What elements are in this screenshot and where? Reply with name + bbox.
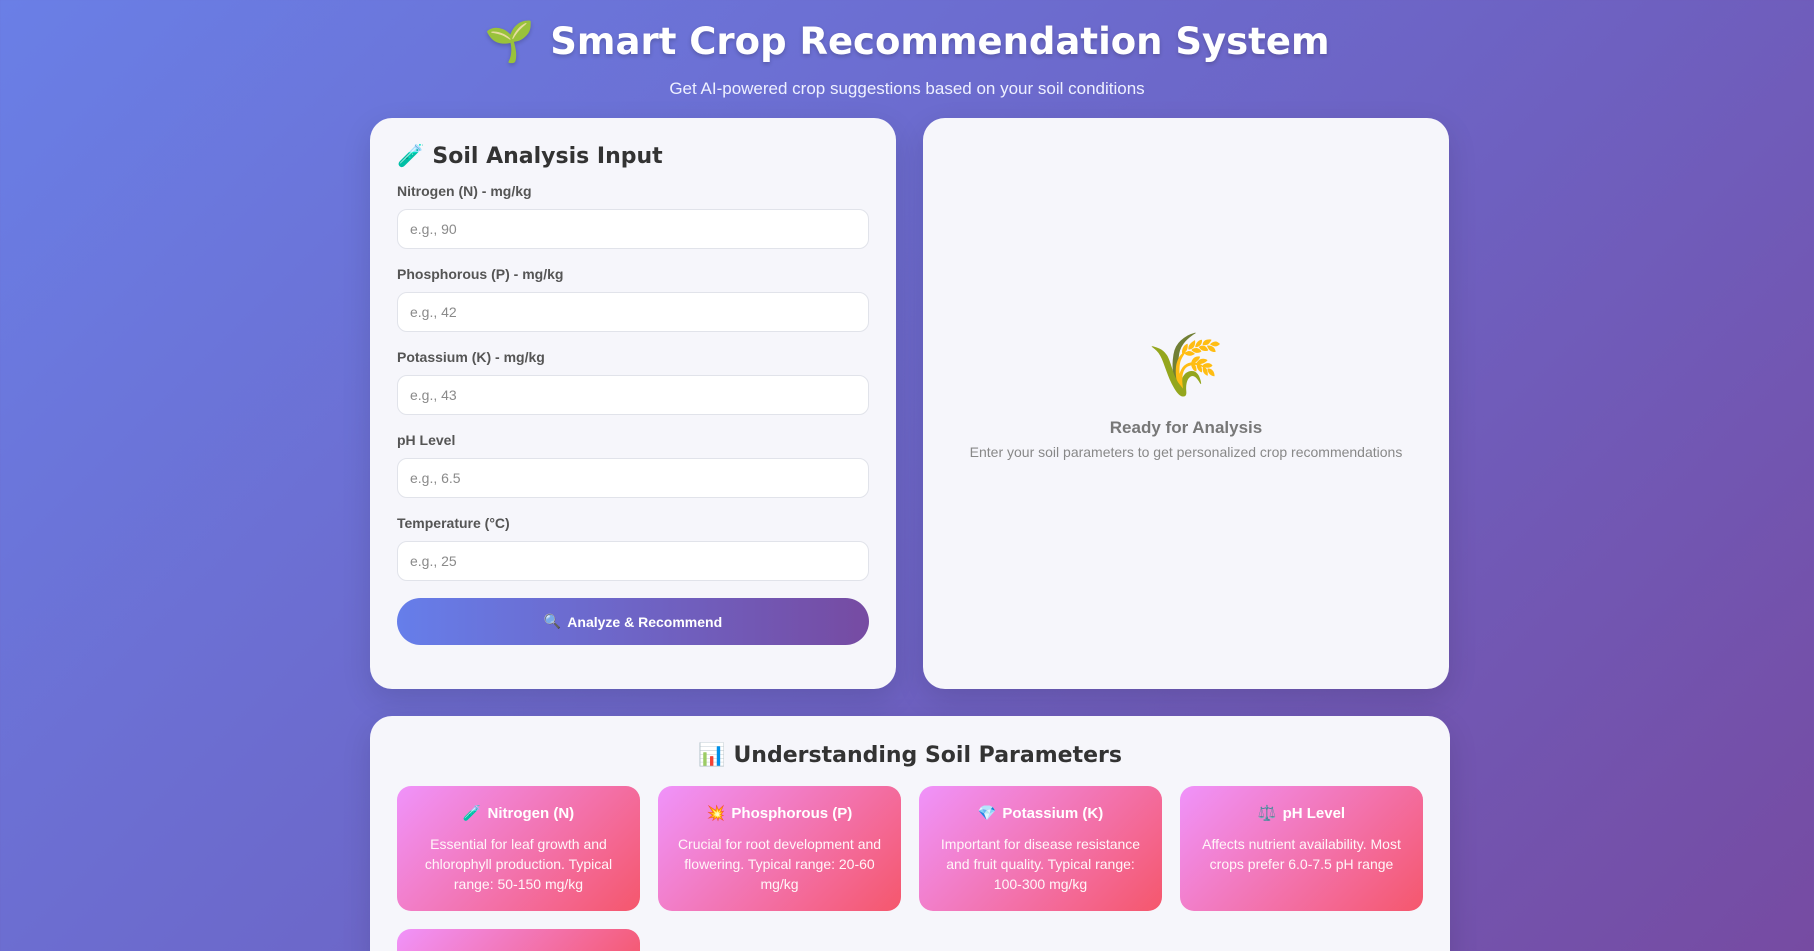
info-card-description: Essential for leaf growth and chlorophyl… — [424, 836, 613, 892]
sprout-icon: 🌱 — [484, 19, 535, 65]
info-card-title: ⚖️ pH Level — [1194, 804, 1409, 823]
phosphorous-input[interactable] — [397, 292, 869, 332]
soil-input-card: 🧪 Soil Analysis Input Nitrogen (N) - mg/… — [370, 118, 896, 689]
soil-parameters-title-text: Understanding Soil Parameters — [733, 743, 1122, 768]
ph-field: pH Level — [397, 432, 869, 498]
info-card-title-text: Nitrogen (N) — [487, 804, 575, 822]
magnifier-icon: 🔍 — [543, 613, 562, 629]
info-card-potassium: 💎 Potassium (K) Important for disease re… — [919, 786, 1162, 911]
soil-input-title: 🧪 Soil Analysis Input — [397, 144, 869, 169]
page-title-text: Smart Crop Recommendation System — [550, 20, 1330, 63]
ph-input[interactable] — [397, 458, 869, 498]
info-card-description: Important for disease resistance and fru… — [940, 836, 1141, 892]
temperature-field: Temperature (°C) — [397, 515, 869, 581]
result-title: Ready for Analysis — [1109, 418, 1263, 437]
nitrogen-input[interactable] — [397, 209, 869, 249]
test-tube-icon: 🧪 — [462, 805, 482, 822]
main-grid: 🧪 Soil Analysis Input Nitrogen (N) - mg/… — [370, 118, 1450, 689]
info-card-ph: ⚖️ pH Level Affects nutrient availabilit… — [1180, 786, 1423, 911]
temperature-label: Temperature (°C) — [397, 515, 510, 531]
info-card-title: 🧪 Nitrogen (N) — [411, 804, 626, 823]
potassium-label: Potassium (K) - mg/kg — [397, 349, 545, 365]
soil-parameters-section: 📊 Understanding Soil Parameters 🧪 Nitrog… — [370, 716, 1450, 951]
page-header: 🌱 Smart Crop Recommendation System Get A… — [0, 0, 1814, 99]
info-card-phosphorous: 💥 Phosphorous (P) Crucial for root devel… — [658, 786, 901, 911]
result-card: 🌾 Ready for Analysis Enter your soil par… — [923, 118, 1449, 689]
info-card-title: 💎 Potassium (K) — [933, 804, 1148, 823]
wheat-icon: 🌾 — [1147, 331, 1225, 400]
potassium-field: Potassium (K) - mg/kg — [397, 349, 869, 415]
result-description: Enter your soil parameters to get person… — [969, 444, 1403, 460]
gem-icon: 💎 — [977, 805, 997, 822]
test-tube-icon: 🧪 — [397, 144, 425, 169]
info-card-nitrogen: 🧪 Nitrogen (N) Essential for leaf growth… — [397, 786, 640, 911]
temperature-input[interactable] — [397, 541, 869, 581]
nitrogen-field: Nitrogen (N) - mg/kg — [397, 183, 869, 249]
info-card-description: Affects nutrient availability. Most crop… — [1202, 836, 1401, 872]
nitrogen-label: Nitrogen (N) - mg/kg — [397, 183, 532, 199]
potassium-input[interactable] — [397, 375, 869, 415]
page-title: 🌱 Smart Crop Recommendation System — [0, 18, 1814, 65]
analyze-button[interactable]: 🔍 Analyze & Recommend — [397, 598, 869, 645]
info-card-description: Crucial for root development and floweri… — [677, 836, 882, 892]
phosphorous-label: Phosphorous (P) - mg/kg — [397, 266, 564, 282]
phosphorous-field: Phosphorous (P) - mg/kg — [397, 266, 869, 332]
soil-input-title-text: Soil Analysis Input — [432, 144, 663, 169]
page-subtitle: Get AI-powered crop suggestions based on… — [669, 79, 1145, 98]
ph-label: pH Level — [397, 432, 456, 448]
info-card-title-text: Phosphorous (P) — [731, 804, 853, 822]
info-card-temperature — [397, 929, 640, 951]
soil-parameters-title: 📊 Understanding Soil Parameters — [397, 743, 1423, 768]
info-card-grid: 🧪 Nitrogen (N) Essential for leaf growth… — [397, 786, 1423, 951]
info-card-title-text: pH Level — [1282, 804, 1346, 822]
info-card-title: 💥 Phosphorous (P) — [672, 804, 887, 823]
explosion-icon: 💥 — [706, 805, 726, 822]
bar-chart-icon: 📊 — [698, 743, 726, 768]
scales-icon: ⚖️ — [1257, 805, 1277, 822]
analyze-button-label: Analyze & Recommend — [567, 613, 723, 630]
info-card-title-text: Potassium (K) — [1002, 804, 1104, 822]
